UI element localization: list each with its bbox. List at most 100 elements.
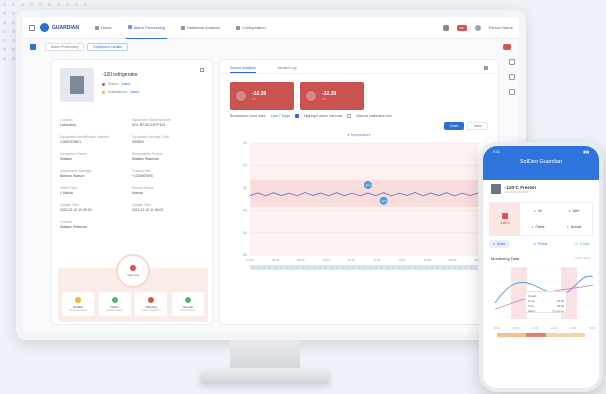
alarm-icon: [127, 25, 132, 29]
table-view-button[interactable]: Table: [467, 122, 488, 130]
data-point: [406, 194, 408, 196]
option-icon: ●: [566, 225, 569, 229]
data-point: [312, 194, 314, 196]
range-slider-track: [250, 265, 478, 270]
phone-option[interactable]: ● On: [534, 209, 542, 213]
tab-alarm-processing[interactable]: Alarm Processing: [45, 43, 85, 51]
phone-option[interactable]: ● Online: [531, 225, 544, 229]
user-avatar[interactable]: [474, 24, 481, 31]
info-value: 2023-12-02 11:36:00: [132, 208, 164, 212]
calibration-checkbox[interactable]: [347, 114, 352, 118]
card-value: Triggered: [552, 309, 564, 313]
alarm-action-card[interactable]: Warning Alarm Triggered: [135, 292, 168, 316]
option-icon: ●: [533, 209, 536, 213]
y-tick-label: -10: [242, 141, 247, 145]
info-value: 2023-02-20 10:39:05: [60, 208, 92, 212]
phone-chart[interactable]: 06:00 08:00 10:00 12:00 14:00 16:00 Details T…: [489, 263, 596, 333]
bar-segment: [526, 333, 546, 337]
temperature-tile[interactable]: -32.39 °C: [230, 82, 294, 110]
thermometer-icon: [306, 91, 316, 101]
info-label: Sensor Status: [132, 186, 154, 190]
info-item: Department Manager Barbara Watson: [60, 169, 132, 178]
notification-bell-icon[interactable]: [443, 24, 450, 31]
logo-icon: [40, 23, 49, 32]
y-tick-label: -30: [242, 186, 247, 190]
tab-sensor-analysis[interactable]: Sensor Analysis: [230, 66, 256, 73]
home-tab-icon[interactable]: [30, 44, 36, 50]
app-logo[interactable]: GUARDIAN: [40, 23, 79, 32]
x-tick-label: 08:00: [272, 258, 280, 262]
tab-monitor-log[interactable]: Monitor Log: [278, 66, 297, 73]
y-tick-label: -50: [242, 231, 247, 235]
data-point: [257, 192, 259, 194]
alarm-action-card[interactable]: Online No fault alarm: [98, 292, 131, 316]
info-value: 1 Minute: [60, 191, 74, 195]
alarm-action-card[interactable]: Disable Assigned alarm: [62, 292, 94, 316]
card-key: Alarm: [528, 309, 536, 313]
data-point: [249, 195, 251, 197]
notification-dot-icon: [102, 90, 105, 94]
range-select[interactable]: Last 7 Days: [271, 114, 290, 118]
nav-statistical-analysis[interactable]: Statistical Analysis: [179, 17, 222, 39]
person-icon: ●: [493, 242, 495, 246]
email-button[interactable]: ✉ E-Mail: [571, 240, 593, 248]
document-icon[interactable]: [509, 89, 515, 95]
tab-equipment-details[interactable]: Equipment Details: [87, 43, 128, 51]
grid-menu-icon[interactable]: [29, 24, 35, 31]
user-name[interactable]: Person Name: [489, 25, 513, 30]
x-tick-label: 11:00: [348, 258, 356, 262]
data-point: [391, 195, 392, 197]
phone-label: Phone: [538, 242, 548, 246]
phone-x-tick: 10:00: [532, 326, 539, 330]
alert-count-badge: 99+: [457, 24, 467, 31]
highlight-checkbox[interactable]: [294, 114, 299, 118]
nav-configuration[interactable]: Configuration: [234, 17, 268, 39]
card-key: Time: [528, 304, 535, 308]
info-value: +1234567890: [132, 174, 153, 178]
phone-button[interactable]: ✆ Phone: [529, 240, 551, 248]
bar-segment: [497, 333, 527, 337]
data-point: [430, 192, 432, 194]
list-icon[interactable]: [509, 74, 515, 80]
nav-alarm-processing[interactable]: Alarm Processing: [125, 17, 167, 39]
action-sub: No fault alarm: [106, 308, 123, 312]
chart-view-button[interactable]: Chart: [443, 122, 465, 130]
temperature-tile[interactable]: -32.39 °C: [300, 82, 364, 110]
alert-flag-icon[interactable]: [503, 44, 511, 50]
phone-option[interactable]: ● Alert: [569, 209, 580, 213]
info-item: Equipment Identification Number C0BE0C0B0…: [60, 135, 132, 144]
temperature-chart[interactable]: -10 -20 -30 -40 -50 -60 -32.4 -32.6 07:00 08:00 09…: [220, 137, 498, 287]
x-tick-label: 12:00: [373, 258, 381, 262]
data-point: [375, 195, 377, 197]
app-name: GUARDIAN: [52, 24, 79, 31]
nav-home[interactable]: Home: [93, 17, 114, 39]
data-point: [320, 192, 322, 194]
phone-device-row[interactable]: -120°C Freezer 2023-02-20 09:09: [483, 180, 599, 198]
data-point: [288, 192, 290, 194]
phone-monitoring-header: Monitoring Data Last 7 Days: [483, 248, 599, 263]
info-value: Wallace Wiseman: [60, 225, 88, 229]
side-toolbar: [505, 59, 519, 95]
monitoring-range-select[interactable]: Last 7 Days: [575, 256, 591, 261]
phone-option[interactable]: ● Normal: [567, 225, 581, 229]
phone-alarm-box[interactable]: Alarm: [490, 203, 520, 235]
info-value: S00B00: [132, 140, 145, 144]
settings-icon[interactable]: [509, 59, 515, 65]
monitor-stand-neck: [230, 340, 300, 370]
alarm-center-badge[interactable]: Alarming: [116, 254, 150, 288]
info-item: Contact Info +1234567890: [132, 169, 204, 178]
siren-icon: [130, 265, 136, 271]
pin-icon[interactable]: [484, 66, 488, 70]
card-head: Details: [528, 294, 537, 298]
sub-tab-bar: Alarm Processing Equipment Details: [23, 39, 519, 55]
nav-label: Alarm Processing: [133, 24, 165, 30]
notes-button[interactable]: ● Notes: [489, 240, 510, 248]
alarm-center-label: Alarming: [127, 273, 139, 277]
action-sub: Assigned alarm: [69, 308, 87, 312]
alarm-action-card[interactable]: Normal Active Status: [171, 292, 204, 316]
info-item: Equipment Serial Number SDL-RF1013-BTP103: [132, 118, 204, 127]
x-tick-label: 07:00: [246, 258, 254, 262]
edit-icon[interactable]: [200, 68, 204, 72]
option-label: Normal: [570, 225, 582, 229]
info-label: Equipment Identity Code: [132, 135, 170, 139]
